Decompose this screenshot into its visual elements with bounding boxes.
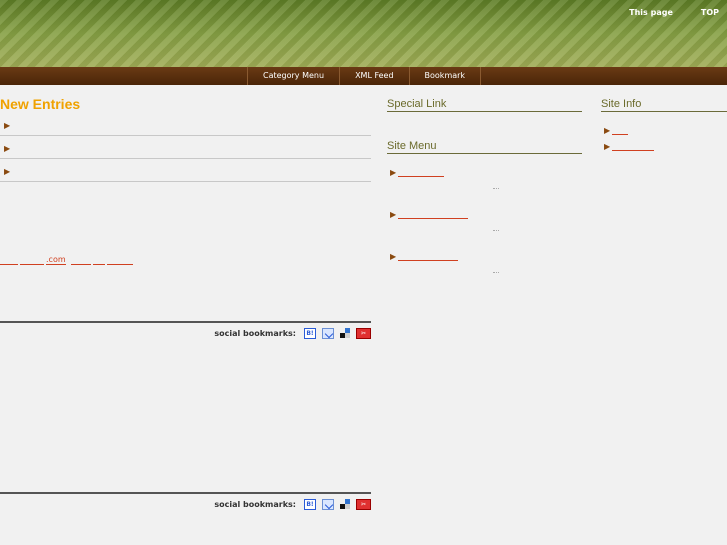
- delicious-icon[interactable]: [340, 499, 350, 509]
- separator: [493, 188, 499, 189]
- social-bookmarks-bar: social bookmarks: B! ✂: [0, 497, 371, 511]
- site-menu-item[interactable]: ▶: [390, 168, 445, 177]
- hatena-bookmark-icon[interactable]: B!: [304, 498, 316, 510]
- arrow-icon: ▶: [4, 121, 11, 130]
- menu-link-placeholder[interactable]: [398, 210, 469, 219]
- nav-bookmark[interactable]: Bookmark: [410, 67, 482, 85]
- site-menu-item[interactable]: ▶: [390, 210, 469, 219]
- special-link-title: Special Link: [387, 98, 582, 112]
- info-link-placeholder[interactable]: [612, 126, 629, 135]
- link-placeholder[interactable]: [70, 256, 91, 265]
- livedoor-clip-icon[interactable]: ✂: [356, 498, 371, 510]
- info-link-placeholder[interactable]: [612, 142, 655, 151]
- global-nav: Category Menu XML Feed Bookmark: [0, 67, 727, 85]
- social-bookmarks-bar: social bookmarks: B! ✂: [0, 326, 371, 340]
- clip-icon[interactable]: [322, 327, 334, 339]
- site-info-item[interactable]: ▶: [604, 142, 655, 151]
- arrow-icon: ▶: [390, 168, 397, 177]
- hatena-bookmark-icon[interactable]: B!: [304, 327, 316, 339]
- social-bookmarks-label: social bookmarks:: [214, 499, 296, 509]
- arrow-icon: ▶: [390, 252, 397, 261]
- entry-link-line: .com: [0, 256, 133, 265]
- social-bookmarks-label: social bookmarks:: [214, 328, 296, 338]
- livedoor-clip-icon[interactable]: ✂: [356, 327, 371, 339]
- link-placeholder[interactable]: [92, 256, 105, 265]
- arrow-icon: ▶: [4, 167, 11, 176]
- entry-row[interactable]: ▶: [0, 113, 371, 136]
- site-info-item[interactable]: ▶: [604, 126, 629, 135]
- menu-link-placeholder[interactable]: [398, 168, 445, 177]
- delicious-icon[interactable]: [340, 328, 350, 338]
- arrow-icon: ▶: [4, 144, 11, 153]
- entry-row[interactable]: ▶: [0, 159, 371, 182]
- link-placeholder[interactable]: [0, 256, 18, 265]
- new-entries-title: New Entries: [0, 96, 81, 112]
- this-page-link[interactable]: This page: [629, 8, 673, 17]
- link-placeholder[interactable]: [20, 256, 44, 265]
- dotcom-link[interactable]: .com: [46, 256, 66, 265]
- entry-divider: [0, 492, 371, 494]
- arrow-icon: ▶: [604, 126, 611, 135]
- arrow-icon: ▶: [604, 142, 611, 151]
- link-placeholder[interactable]: [106, 256, 133, 265]
- nav-xml-feed[interactable]: XML Feed: [340, 67, 410, 85]
- site-menu-item[interactable]: ▶: [390, 252, 459, 261]
- separator: [493, 272, 499, 273]
- entry-divider: [0, 321, 371, 323]
- site-info-title: Site Info: [601, 98, 727, 112]
- separator: [493, 230, 499, 231]
- nav-category-menu[interactable]: Category Menu: [247, 67, 341, 85]
- clip-icon[interactable]: [322, 498, 334, 510]
- site-header: This page TOP: [0, 0, 727, 67]
- arrow-icon: ▶: [390, 210, 397, 219]
- site-menu-title: Site Menu: [387, 140, 582, 154]
- entry-row[interactable]: ▶: [0, 136, 371, 159]
- menu-link-placeholder[interactable]: [398, 252, 459, 261]
- top-link[interactable]: TOP: [701, 8, 719, 17]
- header-links: This page TOP: [629, 8, 719, 17]
